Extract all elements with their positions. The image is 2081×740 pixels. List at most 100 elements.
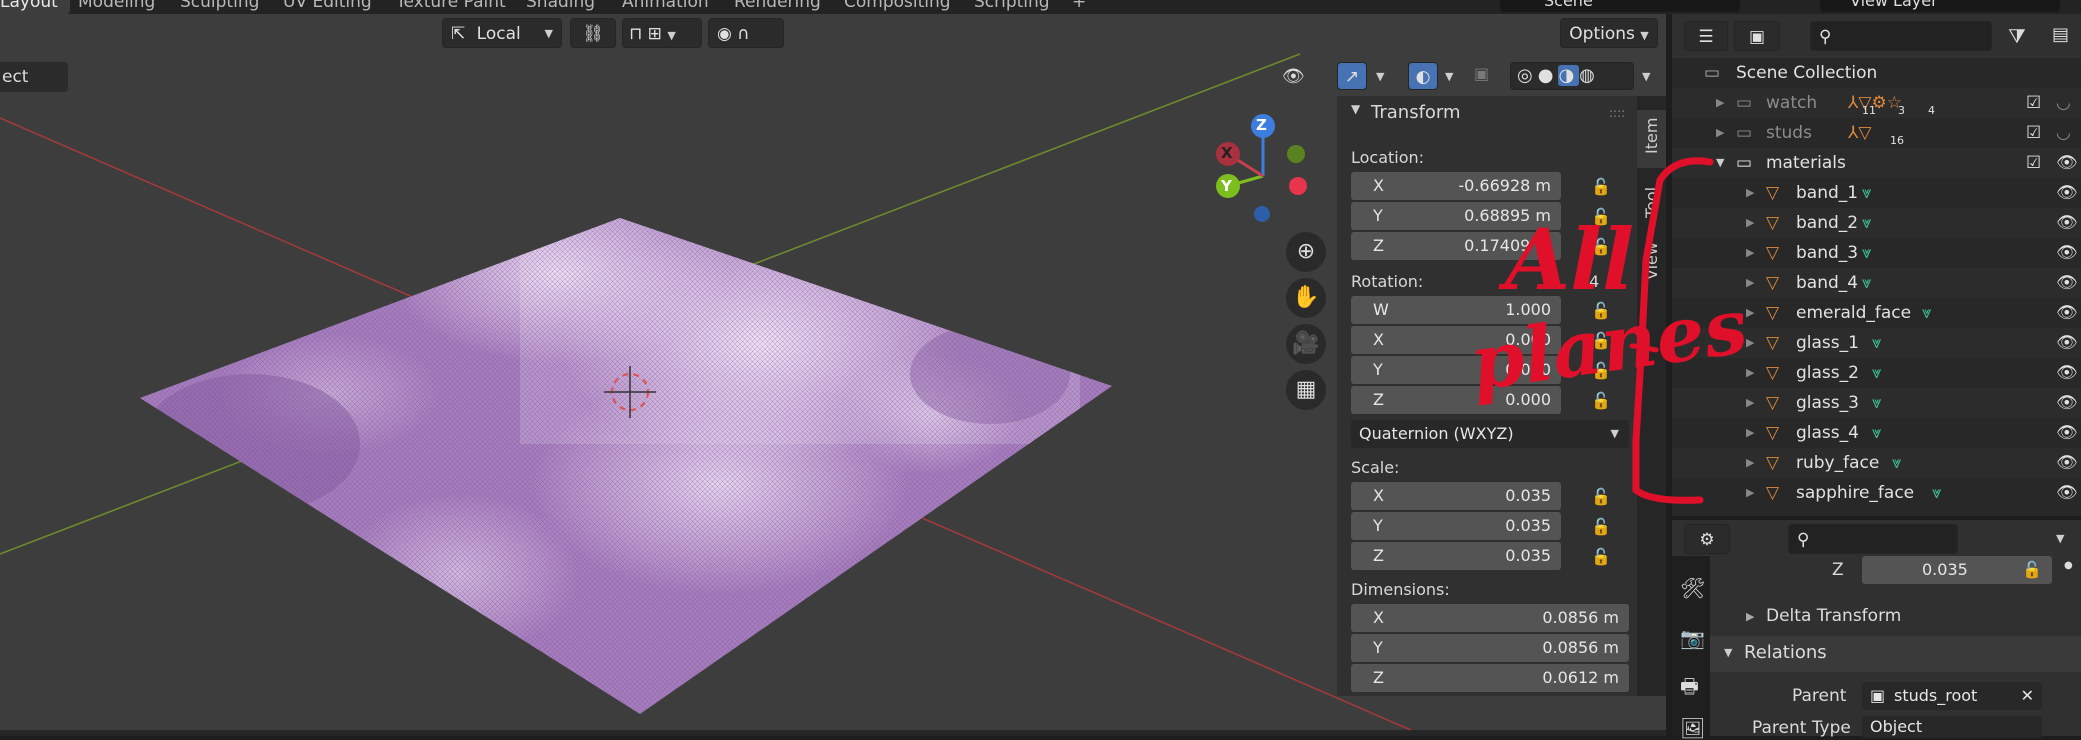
checkbox-icon[interactable]: ☑: [2026, 118, 2041, 148]
mesh-data-icon[interactable]: ⩔: [1922, 298, 1932, 328]
eye-icon[interactable]: 👁: [2056, 148, 2078, 178]
tab-texture-paint[interactable]: Texture Paint: [384, 0, 518, 14]
dimensions-x-field[interactable]: X 0.0856 m: [1351, 604, 1629, 632]
eye-icon[interactable]: 👁: [2056, 328, 2078, 358]
perspective-grid-icon[interactable]: ▦: [1286, 370, 1326, 410]
scene-collection-label: Scene Collection: [1736, 63, 1878, 83]
render-tab-icon[interactable]: 📷: [1680, 626, 1705, 650]
chevron-down-icon[interactable]: ▼: [1642, 70, 1650, 83]
eye-icon[interactable]: 👁: [2056, 208, 2078, 238]
relations-header[interactable]: ▼ Relations: [1710, 636, 2081, 672]
filter-icon[interactable]: ⧩: [2008, 24, 2026, 48]
tab-uv-editing[interactable]: UV Editing: [271, 0, 384, 14]
tab-shading[interactable]: Shading: [514, 0, 607, 14]
mesh-data-icon[interactable]: ⩔: [1872, 358, 1882, 388]
lock-icon[interactable]: 🔓: [1591, 547, 1611, 566]
expand-arrow-icon[interactable]: ▶: [1746, 610, 1754, 623]
hidden-eye-icon[interactable]: ◡: [2056, 88, 2071, 118]
hidden-eye-icon[interactable]: ◡: [2056, 118, 2071, 148]
display-mode-dropdown[interactable]: ☰: [1684, 21, 1728, 51]
filter-mode-dropdown[interactable]: ▣: [1734, 21, 1780, 51]
editor-type-dropdown[interactable]: ⚙: [1684, 524, 1730, 554]
eye-icon[interactable]: 👁: [2056, 448, 2078, 478]
material-preview-icon[interactable]: ◑: [1558, 65, 1580, 86]
mesh-data-icon[interactable]: ⩔: [1862, 178, 1872, 208]
eye-icon[interactable]: 👁: [2056, 388, 2078, 418]
shading-mode-group[interactable]: ◎●◑◍: [1510, 62, 1634, 90]
view-layer-selector[interactable]: View Layer: [1820, 0, 2060, 12]
chevron-down-icon[interactable]: ▼: [1376, 70, 1384, 83]
zoom-icon[interactable]: ⊕: [1286, 232, 1326, 272]
dimensions-y-field[interactable]: Y 0.0856 m: [1351, 634, 1629, 662]
chevron-down-icon[interactable]: ▼: [1445, 70, 1453, 83]
chevron-down-icon[interactable]: ▼: [2056, 532, 2064, 545]
eye-icon[interactable]: 👁: [2056, 358, 2078, 388]
pivot-point-dropdown[interactable]: ⛓: [570, 18, 616, 48]
mesh-data-icon[interactable]: ⩔: [1872, 328, 1882, 358]
transform-panel-title[interactable]: Transform: [1371, 102, 1461, 123]
tab-sculpting[interactable]: Sculpting: [168, 0, 271, 14]
proportional-editing-group[interactable]: ◉ ∩: [708, 18, 784, 48]
visibility-eye-icon[interactable]: 👁: [1282, 66, 1322, 88]
options-dropdown[interactable]: Options ▼: [1560, 18, 1658, 48]
tab-animation[interactable]: Animation: [610, 0, 721, 14]
snapping-group[interactable]: ⊓ ⊞ ▼: [622, 18, 702, 48]
mesh-data-icon[interactable]: ⩔: [1932, 478, 1942, 508]
eye-icon[interactable]: 👁: [2056, 418, 2078, 448]
output-tab-icon[interactable]: 🖶: [1680, 672, 1699, 706]
tab-rendering[interactable]: Rendering: [722, 0, 833, 14]
xray-icon[interactable]: ▣: [1474, 64, 1498, 88]
properties-icon: ⚙: [1699, 530, 1715, 550]
tool-tab-icon[interactable]: 🛠: [1680, 576, 1705, 600]
overlays-toggle-icon[interactable]: ◐: [1408, 62, 1438, 90]
expand-arrow-icon[interactable]: ▶: [1716, 118, 1724, 148]
close-icon[interactable]: ✕: [2021, 682, 2034, 710]
mesh-data-icon[interactable]: ⩔: [1872, 418, 1882, 448]
parent-field[interactable]: ▣ studs_root ✕: [1862, 682, 2042, 710]
parent-type-dropdown[interactable]: Object: [1862, 716, 2042, 738]
gizmo-toggle-icon[interactable]: ↗: [1337, 62, 1367, 90]
lock-icon[interactable]: 🔓: [2022, 560, 2042, 579]
solid-shading-icon[interactable]: ●: [1538, 65, 1559, 86]
drag-handle-icon[interactable]: ::::: [1609, 106, 1625, 120]
eye-icon[interactable]: 👁: [2056, 178, 2078, 208]
mesh-data-icon[interactable]: ⩔: [1862, 268, 1872, 298]
camera-view-icon[interactable]: 🎥: [1286, 324, 1326, 364]
mesh-data-icon[interactable]: ⩔: [1892, 448, 1902, 478]
rendered-shading-icon[interactable]: ◍: [1579, 65, 1600, 86]
eye-icon[interactable]: 👁: [2056, 478, 2078, 508]
eye-icon[interactable]: 👁: [2056, 238, 2078, 268]
view-layer-tab-icon[interactable]: 🖼: [1680, 716, 1705, 740]
outliner-search-input[interactable]: ⚲: [1810, 21, 1992, 51]
options-label: Options: [1569, 24, 1635, 44]
properties-search-input[interactable]: ⚲: [1788, 524, 1958, 554]
keyframe-dot-icon[interactable]: ●: [2064, 560, 2073, 571]
tab-layout[interactable]: Layout: [0, 0, 70, 14]
scale-z-field[interactable]: Z 0.035: [1351, 542, 1561, 570]
new-collection-icon[interactable]: ▤: [2052, 24, 2069, 45]
checkbox-icon[interactable]: ☑: [2026, 148, 2041, 178]
wireframe-shading-icon[interactable]: ◎: [1517, 65, 1538, 86]
delta-transform-header[interactable]: Delta Transform: [1766, 606, 1901, 626]
collection-row-studs[interactable]: ▶ ▭ studs ⅄▽ 16 ☑ ◡: [1672, 118, 2081, 148]
collection-row-watch[interactable]: ▶ ▭ watch ⅄▽⚙☆ 11 3 4 ☑ ◡: [1672, 88, 2081, 118]
expand-arrow-icon[interactable]: ▶: [1716, 88, 1724, 118]
checkbox-icon[interactable]: ☑: [2026, 88, 2041, 118]
mesh-data-icon[interactable]: ⩔: [1862, 238, 1872, 268]
eye-icon[interactable]: 👁: [2056, 298, 2078, 328]
tab-modeling[interactable]: Modeling: [66, 0, 167, 14]
transform-orientation-dropdown[interactable]: ⇱ Local ▼: [442, 18, 562, 48]
tab-compositing[interactable]: Compositing: [832, 0, 963, 14]
eye-icon[interactable]: 👁: [2056, 268, 2078, 298]
mesh-data-icon[interactable]: ⩔: [1862, 208, 1872, 238]
scene-collection-row[interactable]: ▭ Scene Collection: [1672, 58, 2081, 88]
collapse-arrow-icon[interactable]: ▼: [1351, 102, 1360, 116]
mesh-data-icon[interactable]: ⩔: [1872, 388, 1882, 418]
tab-scripting[interactable]: Scripting: [962, 0, 1062, 14]
mode-selector[interactable]: ect: [0, 62, 68, 92]
axis-label: Z: [1373, 546, 1384, 565]
pan-hand-icon[interactable]: ✋: [1286, 278, 1326, 318]
add-workspace-icon[interactable]: +: [1060, 0, 1098, 14]
scene-selector[interactable]: Scene: [1500, 0, 1740, 12]
dimensions-z-field[interactable]: Z 0.0612 m: [1351, 664, 1629, 692]
